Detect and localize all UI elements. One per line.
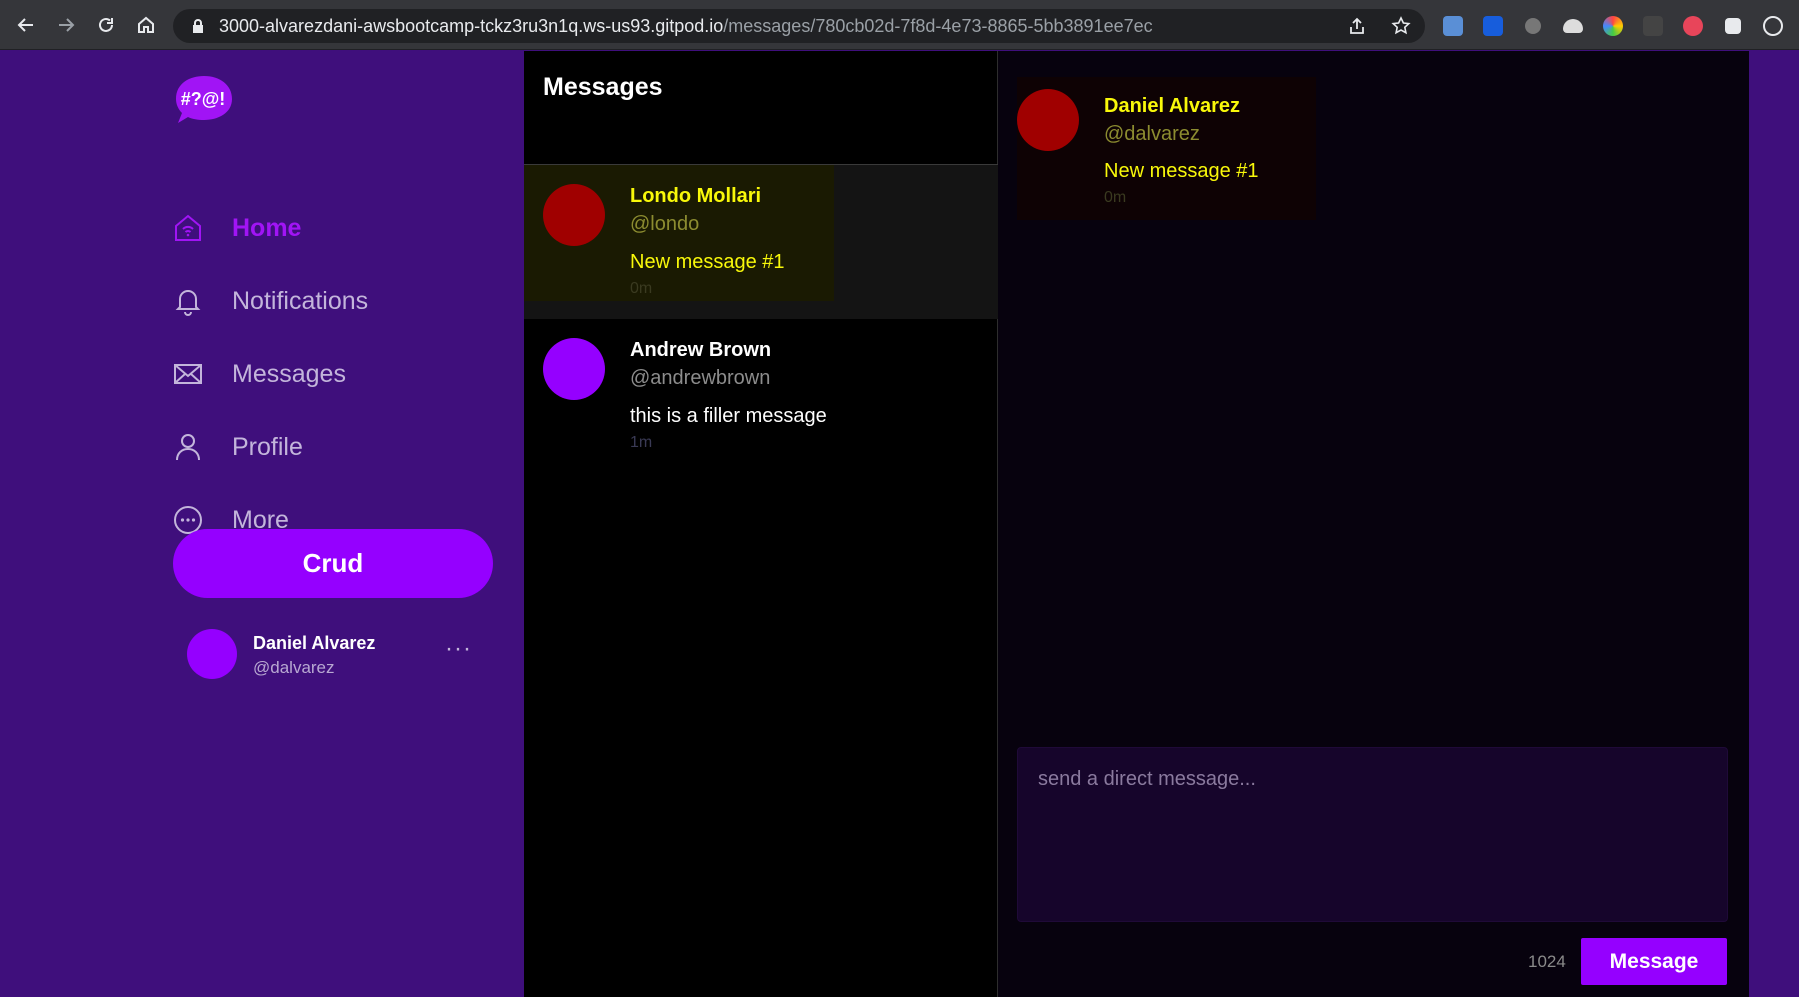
page-title: Messages <box>543 73 663 101</box>
logo-text: #?@! <box>181 89 226 109</box>
profile-name: Daniel Alvarez <box>253 633 376 653</box>
envelope-icon <box>172 358 204 390</box>
sidebar-item-label: Profile <box>232 432 303 461</box>
reload-icon[interactable] <box>86 5 126 45</box>
message-group-time: 1m <box>630 434 653 451</box>
message-input[interactable]: send a direct message... <box>1017 747 1728 922</box>
save-extension-icon[interactable] <box>1433 8 1473 44</box>
browser-toolbar: 3000-alvarezdani-awsbootcamp-tckz3ru3n1q… <box>0 0 1799 50</box>
profile-info[interactable]: Daniel Alvarez @dalvarez ··· <box>187 627 487 687</box>
url-path: /messages/780cb02d-7f8d-4e73-8865-5bb389… <box>723 15 1153 36</box>
home-browser-icon[interactable] <box>126 5 166 45</box>
send-message-button[interactable]: Message <box>1581 938 1727 985</box>
extension-icon-6[interactable] <box>1633 8 1673 44</box>
sidebar-item-label: Messages <box>232 359 346 388</box>
message-group-name: Andrew Brown <box>630 339 772 361</box>
avatar <box>543 338 605 400</box>
app-root: #?@! Home Notifications Messages Profile <box>0 51 1799 997</box>
message-text: New message #1 <box>1104 160 1259 182</box>
extension-icon-3[interactable] <box>1513 8 1553 44</box>
crud-button[interactable]: Crud <box>173 529 493 598</box>
sidebar-item-home[interactable]: Home <box>172 204 301 252</box>
sidebar-item-messages[interactable]: Messages <box>172 350 346 398</box>
bell-icon <box>172 285 204 317</box>
share-icon[interactable] <box>1347 16 1367 36</box>
message-time: 0m <box>1104 189 1127 206</box>
message-group-preview: New message #1 <box>630 251 785 273</box>
message-sender-handle: @dalvarez <box>1104 123 1200 145</box>
url-host: 3000-alvarezdani-awsbootcamp-tckz3ru3n1q… <box>219 15 724 36</box>
char-count: 1024 <box>1528 952 1566 971</box>
avatar <box>187 629 237 679</box>
star-icon[interactable] <box>1391 16 1411 36</box>
message-group-handle: @andrewbrown <box>630 367 771 389</box>
conversation-pane: Daniel Alvarez @dalvarez New message #1 … <box>998 51 1749 997</box>
message-group-item[interactable]: Andrew Brown @andrewbrown this is a fill… <box>524 319 998 473</box>
extension-icon-7[interactable] <box>1673 8 1713 44</box>
address-bar[interactable]: 3000-alvarezdani-awsbootcamp-tckz3ru3n1q… <box>173 9 1425 43</box>
message-group-handle: @londo <box>630 213 700 235</box>
logo-icon[interactable]: #?@! <box>172 73 234 125</box>
forward-icon[interactable] <box>46 5 86 45</box>
user-icon <box>172 431 204 463</box>
avatar <box>543 184 605 246</box>
bitwarden-icon[interactable] <box>1473 8 1513 44</box>
color-picker-icon[interactable] <box>1593 8 1633 44</box>
message-group-item[interactable]: Londo Mollari @londo New message #1 0m <box>524 165 998 319</box>
back-icon[interactable] <box>6 5 46 45</box>
message-group-name: Londo Mollari <box>630 185 762 207</box>
profile-sync-icon[interactable] <box>1753 8 1793 44</box>
profile-more-button[interactable]: ··· <box>445 635 472 663</box>
cloud-icon[interactable] <box>1553 8 1593 44</box>
profile-handle: @dalvarez <box>253 658 335 677</box>
message-sender-name: Daniel Alvarez <box>1104 95 1240 117</box>
sidebar-item-notifications[interactable]: Notifications <box>172 277 368 325</box>
lock-icon <box>193 19 203 33</box>
avatar <box>1017 89 1079 151</box>
right-margin <box>1749 51 1799 997</box>
sidebar: #?@! Home Notifications Messages Profile <box>0 51 524 997</box>
message-group-time: 0m <box>630 280 653 297</box>
message-groups-feed: Messages Londo Mollari @londo New messag… <box>524 51 998 997</box>
sidebar-item-label: Home <box>232 213 302 242</box>
message-item[interactable]: Daniel Alvarez @dalvarez New message #1 … <box>1017 77 1316 220</box>
extensions-bar <box>1433 8 1793 44</box>
sidebar-item-profile[interactable]: Profile <box>172 423 303 471</box>
sidebar-item-label: Notifications <box>232 286 369 315</box>
message-group-preview: this is a filler message <box>630 405 827 427</box>
puzzle-icon[interactable] <box>1713 8 1753 44</box>
home-icon <box>172 212 204 244</box>
